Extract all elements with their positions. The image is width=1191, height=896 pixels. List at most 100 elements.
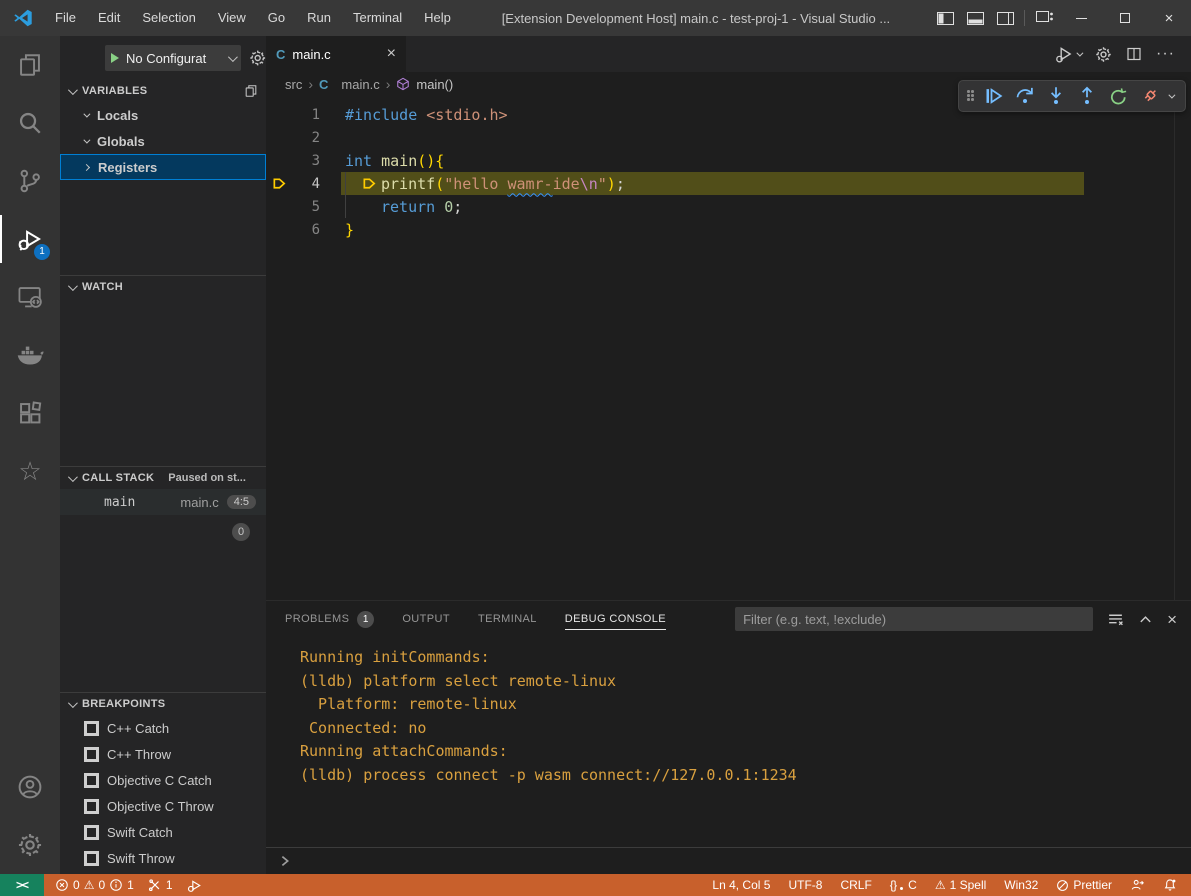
remote-indicator[interactable]: >< (0, 874, 44, 896)
language-mode[interactable]: { } C (884, 878, 923, 892)
menu-terminal[interactable]: Terminal (342, 0, 413, 36)
activity-favorites[interactable]: ☆ (0, 442, 60, 500)
menu-edit[interactable]: Edit (87, 0, 131, 36)
breadcrumb-folder[interactable]: src (285, 77, 302, 92)
chevron-down-icon[interactable] (1168, 91, 1175, 98)
menu-help[interactable]: Help (413, 0, 462, 36)
close-window-button[interactable]: × (1147, 0, 1191, 36)
feedback-button[interactable] (1124, 878, 1151, 892)
notifications-bell[interactable] (1157, 878, 1183, 892)
filter-input[interactable] (743, 612, 1085, 627)
tab-output[interactable]: OUTPUT (402, 601, 450, 637)
activity-source-control[interactable] (0, 152, 60, 210)
launch-settings-gear-icon[interactable] (249, 49, 266, 67)
breakpoint-gutter[interactable] (266, 176, 292, 191)
checkbox[interactable] (84, 799, 99, 814)
step-out-button[interactable] (1075, 84, 1099, 108)
run-or-debug-button[interactable] (1055, 45, 1081, 63)
watch-title: WATCH (82, 281, 123, 293)
breakpoint-swift-throw[interactable]: Swift Throw (60, 845, 266, 871)
files-icon (17, 52, 43, 78)
code-line-4-current[interactable]: 4 printf("hello wamr-ide\n"); (266, 172, 1191, 195)
activity-extensions[interactable] (0, 384, 60, 442)
copy-value-icon[interactable] (244, 84, 258, 98)
variables-scope-globals[interactable]: Globals (60, 128, 266, 154)
console-filter[interactable] (735, 607, 1093, 631)
debug-status[interactable] (181, 878, 208, 893)
breakpoints-header[interactable]: BREAKPOINTS (60, 693, 266, 715)
checkbox[interactable] (84, 721, 99, 736)
problems-status[interactable]: 0 ⚠ 0 1 (49, 878, 140, 892)
menu-view[interactable]: View (207, 0, 257, 36)
tab-terminal[interactable]: TERMINAL (478, 601, 537, 637)
restart-button[interactable] (1106, 84, 1130, 108)
breadcrumb-file[interactable]: main.c (341, 77, 379, 92)
checkbox[interactable] (84, 747, 99, 762)
activity-search[interactable] (0, 94, 60, 152)
breakpoint-objc-throw[interactable]: Objective C Throw (60, 793, 266, 819)
variables-scope-registers[interactable]: Registers (60, 154, 266, 180)
code-editor[interactable]: 1 #include <stdio.h> 2 3 int main(){ 4 p… (266, 96, 1191, 600)
breakpoint-cpp-throw[interactable]: C++ Throw (60, 741, 266, 767)
close-tab-icon[interactable]: × (387, 46, 396, 62)
clear-console-icon[interactable] (1107, 611, 1124, 628)
breadcrumb-symbol[interactable]: main() (416, 77, 453, 92)
console-input-row[interactable] (266, 847, 1191, 874)
menu-selection[interactable]: Selection (131, 0, 206, 36)
disconnect-button[interactable] (1137, 84, 1161, 108)
maximize-panel-icon[interactable] (1138, 612, 1153, 627)
chevron-down-icon (83, 110, 90, 117)
code-line-6[interactable]: 6 } (266, 218, 1191, 241)
checkbox[interactable] (84, 773, 99, 788)
breakpoint-swift-catch[interactable]: Swift Catch (60, 819, 266, 845)
step-over-button[interactable] (1013, 84, 1037, 108)
activity-settings[interactable] (0, 816, 60, 874)
toggle-sidebar-icon[interactable] (930, 0, 960, 36)
checkbox[interactable] (84, 825, 99, 840)
variables-header[interactable]: VARIABLES (60, 80, 266, 102)
breakpoint-objc-catch[interactable]: Objective C Catch (60, 767, 266, 793)
menu-file[interactable]: File (44, 0, 87, 36)
toggle-secondary-sidebar-icon[interactable] (990, 0, 1020, 36)
code-line-3[interactable]: 3 int main(){ (266, 149, 1191, 172)
debug-console-output[interactable]: Running initCommands: (lldb) platform se… (266, 638, 1191, 847)
eol-indicator[interactable]: CRLF (834, 878, 877, 892)
code-line-5[interactable]: 5 return 0; (266, 195, 1191, 218)
activity-docker[interactable] (0, 326, 60, 384)
activity-explorer[interactable] (0, 36, 60, 94)
code-line-2[interactable]: 2 (266, 126, 1191, 149)
more-actions-icon[interactable]: ··· (1156, 45, 1175, 63)
activity-remote-explorer[interactable] (0, 268, 60, 326)
debug-config-dropdown[interactable]: No Configurat (105, 45, 241, 71)
activity-run-debug[interactable]: 1 (0, 210, 60, 268)
watch-header[interactable]: WATCH (60, 276, 266, 298)
tab-debug-console[interactable]: DEBUG CONSOLE (565, 601, 666, 637)
toggle-panel-icon[interactable] (960, 0, 990, 36)
menu-go[interactable]: Go (257, 0, 296, 36)
close-panel-icon[interactable]: × (1167, 611, 1177, 628)
editor-settings-gear-icon[interactable] (1095, 46, 1112, 63)
tab-problems[interactable]: PROBLEMS 1 (285, 601, 374, 637)
debug-status-icon (187, 878, 202, 893)
stack-frame-row[interactable]: main main.c 4:5 (60, 489, 266, 515)
drag-handle-icon[interactable] (967, 90, 975, 102)
cursor-position[interactable]: Ln 4, Col 5 (706, 878, 776, 892)
continue-button[interactable] (982, 84, 1006, 108)
spell-checker-status[interactable]: ⚠ 1 Spell (929, 878, 992, 892)
encoding-indicator[interactable]: UTF-8 (782, 878, 828, 892)
breakpoint-cpp-catch[interactable]: C++ Catch (60, 715, 266, 741)
variables-scope-locals[interactable]: Locals (60, 102, 266, 128)
activity-accounts[interactable] (0, 758, 60, 816)
formatter-status[interactable]: Prettier (1050, 878, 1118, 892)
ports-status[interactable]: 1 (142, 878, 179, 892)
split-editor-icon[interactable] (1126, 46, 1142, 62)
customize-layout-icon[interactable] (1029, 0, 1059, 36)
tab-main-c[interactable]: C main.c × (266, 36, 406, 72)
call-stack-header[interactable]: CALL STACK Paused on st... (60, 467, 266, 489)
menu-run[interactable]: Run (296, 0, 342, 36)
step-into-button[interactable] (1044, 84, 1068, 108)
platform-indicator[interactable]: Win32 (998, 878, 1044, 892)
maximize-button[interactable] (1103, 0, 1147, 36)
minimize-button[interactable] (1059, 0, 1103, 36)
checkbox[interactable] (84, 851, 99, 866)
